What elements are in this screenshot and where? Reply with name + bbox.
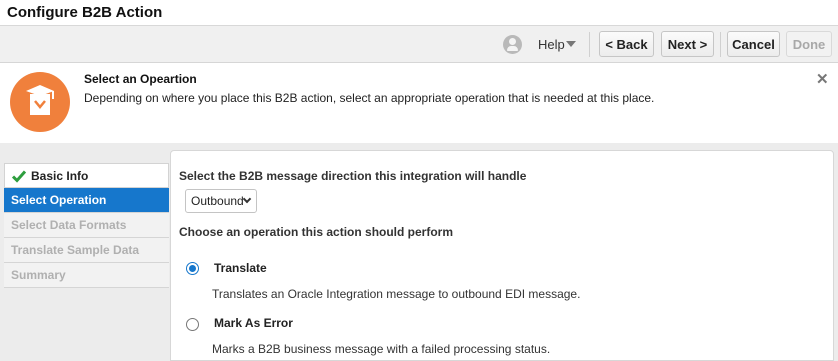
next-button[interactable]: Next > bbox=[661, 31, 714, 57]
mark-as-error-option-label[interactable]: Mark As Error bbox=[214, 316, 293, 330]
operation-question: Choose an operation this action should p… bbox=[179, 225, 454, 239]
direction-select-value: Outbound bbox=[191, 194, 244, 208]
mark-as-error-radio[interactable] bbox=[186, 318, 199, 331]
translate-option-label[interactable]: Translate bbox=[214, 261, 267, 275]
direction-question: Select the B2B message direction this in… bbox=[179, 169, 527, 183]
nav-step-select-operation[interactable]: Select Operation bbox=[4, 188, 169, 213]
chevron-down-icon[interactable] bbox=[566, 41, 576, 47]
close-icon[interactable]: ✕ bbox=[816, 70, 829, 88]
direction-select[interactable]: Outbound bbox=[185, 189, 257, 213]
dialog-title: Configure B2B Action bbox=[7, 4, 163, 21]
toolbar-divider bbox=[589, 32, 590, 57]
chevron-down-icon bbox=[242, 194, 252, 204]
nav-step-summary: Summary bbox=[4, 263, 169, 288]
nav-step-label: Select Operation bbox=[11, 193, 107, 207]
nav-step-select-data-formats: Select Data Formats bbox=[4, 213, 169, 238]
nav-step-label: Translate Sample Data bbox=[11, 243, 140, 257]
configure-b2b-action-dialog: Configure B2B Action Help < Back Next > … bbox=[0, 0, 838, 361]
help-menu-label[interactable]: Help bbox=[538, 37, 565, 52]
title-bar: Configure B2B Action bbox=[0, 0, 838, 26]
translate-radio[interactable] bbox=[186, 262, 199, 275]
b2b-action-icon bbox=[10, 72, 70, 132]
user-avatar-icon[interactable] bbox=[503, 35, 522, 54]
back-button[interactable]: < Back bbox=[599, 31, 654, 57]
translate-option-description: Translates an Oracle Integration message… bbox=[212, 287, 581, 301]
wizard-step-nav: Basic Info Select Operation Select Data … bbox=[4, 163, 169, 288]
nav-step-basic-info[interactable]: Basic Info bbox=[4, 163, 169, 188]
nav-step-label: Summary bbox=[11, 268, 66, 282]
nav-step-label: Select Data Formats bbox=[11, 218, 127, 232]
toolbar-divider bbox=[720, 32, 721, 57]
done-button[interactable]: Done bbox=[786, 31, 832, 57]
checkmark-icon bbox=[12, 170, 26, 183]
mark-as-error-option-description: Marks a B2B business message with a fail… bbox=[212, 342, 551, 356]
toolbar: Help < Back Next > Cancel Done bbox=[0, 26, 838, 63]
cancel-button[interactable]: Cancel bbox=[727, 31, 780, 57]
banner-description: Depending on where you place this B2B ac… bbox=[84, 91, 655, 105]
nav-step-translate-sample-data: Translate Sample Data bbox=[4, 238, 169, 263]
banner-heading: Select an Opeartion bbox=[84, 72, 197, 86]
nav-step-label: Basic Info bbox=[31, 168, 89, 183]
